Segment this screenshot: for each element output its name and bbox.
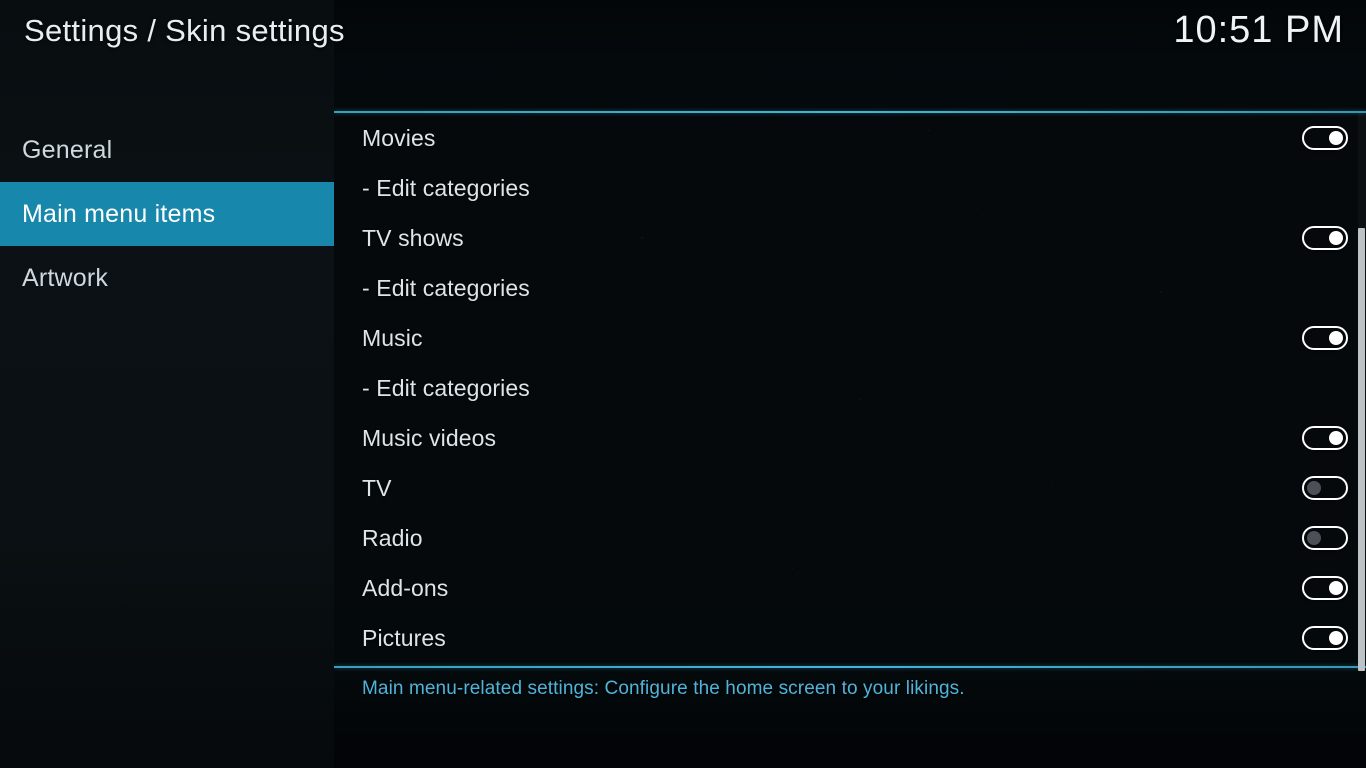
settings-row[interactable]: TV bbox=[334, 463, 1366, 513]
toggle-knob bbox=[1307, 531, 1321, 545]
setting-description: Main menu-related settings: Configure th… bbox=[362, 678, 965, 699]
toggle-knob bbox=[1329, 631, 1343, 645]
settings-row[interactable]: - Edit categories bbox=[334, 263, 1366, 313]
toggle-knob bbox=[1329, 581, 1343, 595]
settings-row-label: Movies bbox=[362, 124, 436, 151]
sidebar-item-label: Artwork bbox=[22, 263, 109, 292]
settings-row-label: Pictures bbox=[362, 624, 446, 651]
settings-list: Movies - Edit categories TV shows - Edit ca… bbox=[334, 113, 1366, 666]
settings-row-label: - Edit categories bbox=[362, 374, 530, 401]
scrollbar-thumb[interactable] bbox=[1358, 228, 1365, 671]
header-bar: Settings / Skin settings 10:51 PM bbox=[0, 0, 1366, 100]
sidebar-item-main-menu-items[interactable]: Main menu items bbox=[0, 182, 334, 246]
settings-row[interactable]: TV shows bbox=[334, 213, 1366, 263]
toggle-knob bbox=[1329, 131, 1343, 145]
sidebar-item-general[interactable]: General bbox=[0, 118, 334, 182]
kodi-settings-screen: General Main menu items Artwork Settings /… bbox=[0, 0, 1366, 768]
settings-row[interactable]: - Edit categories bbox=[334, 363, 1366, 413]
settings-row-label: Music videos bbox=[362, 424, 497, 451]
scrollbar-track[interactable] bbox=[1358, 113, 1366, 671]
page-title: Settings / Skin settings bbox=[24, 13, 345, 48]
settings-row[interactable]: Movies bbox=[334, 113, 1366, 163]
settings-row-label: Add-ons bbox=[362, 574, 449, 601]
toggle-switch-on[interactable] bbox=[1302, 426, 1348, 450]
settings-row-label: Music bbox=[362, 324, 423, 351]
sidebar-item-label: General bbox=[22, 135, 113, 164]
settings-row[interactable]: Radio bbox=[334, 513, 1366, 563]
settings-row[interactable]: - Edit categories bbox=[334, 163, 1366, 213]
toggle-switch-on[interactable] bbox=[1302, 226, 1348, 250]
settings-row[interactable]: Music videos bbox=[334, 413, 1366, 463]
toggle-switch-on[interactable] bbox=[1302, 126, 1348, 150]
toggle-knob bbox=[1329, 231, 1343, 245]
settings-row[interactable]: Pictures bbox=[334, 613, 1366, 663]
toggle-switch-on[interactable] bbox=[1302, 576, 1348, 600]
toggle-switch-off[interactable] bbox=[1302, 526, 1348, 550]
sidebar-item-label: Main menu items bbox=[22, 199, 216, 228]
settings-row-label: TV shows bbox=[362, 224, 464, 251]
clock: 10:51 PM bbox=[1173, 9, 1344, 51]
sidebar-item-artwork[interactable]: Artwork bbox=[0, 246, 334, 310]
sidebar-category-list: General Main menu items Artwork bbox=[0, 118, 334, 310]
settings-row-label: TV bbox=[362, 474, 392, 501]
settings-panel: Movies - Edit categories TV shows - Edit ca… bbox=[334, 0, 1366, 768]
settings-row[interactable]: Music bbox=[334, 313, 1366, 363]
sidebar: General Main menu items Artwork bbox=[0, 0, 334, 768]
toggle-knob bbox=[1329, 431, 1343, 445]
panel-bottom-divider bbox=[334, 666, 1366, 668]
toggle-knob bbox=[1329, 331, 1343, 345]
toggle-switch-on[interactable] bbox=[1302, 626, 1348, 650]
settings-row-label: - Edit categories bbox=[362, 174, 530, 201]
settings-row[interactable]: Add-ons bbox=[334, 563, 1366, 613]
toggle-knob bbox=[1307, 481, 1321, 495]
toggle-switch-on[interactable] bbox=[1302, 326, 1348, 350]
settings-row-label: Radio bbox=[362, 524, 423, 551]
settings-row-label: - Edit categories bbox=[362, 274, 530, 301]
toggle-switch-off[interactable] bbox=[1302, 476, 1348, 500]
